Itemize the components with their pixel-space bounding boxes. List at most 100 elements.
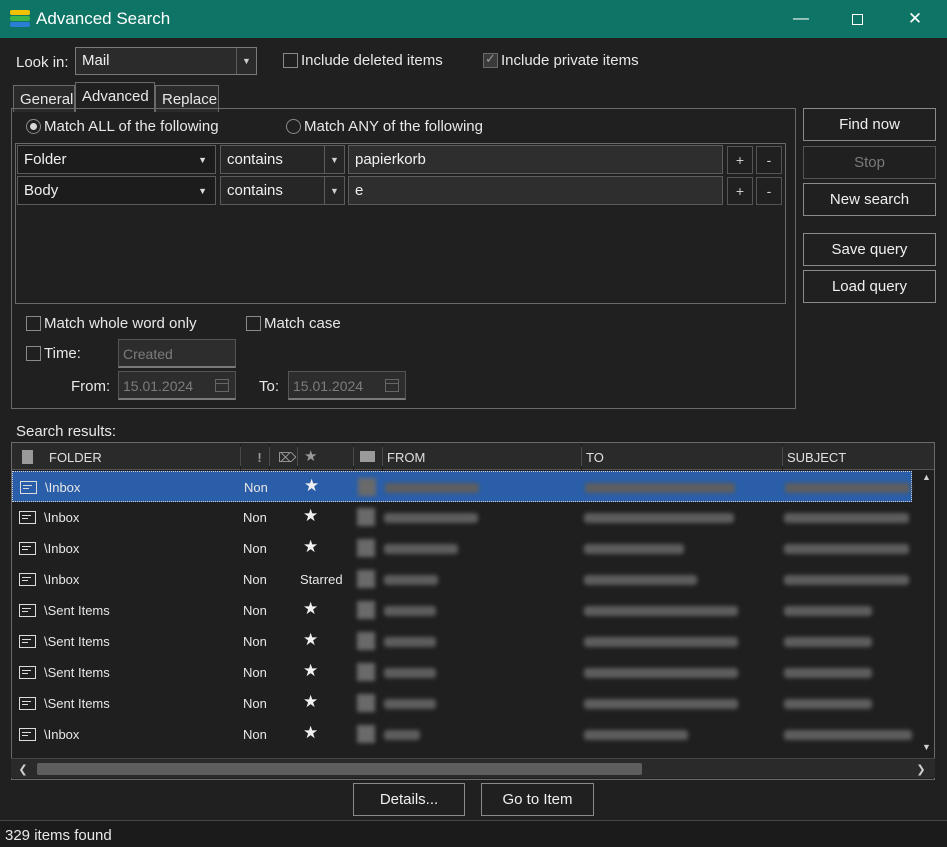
chevron-down-icon: ▼ — [324, 146, 344, 173]
table-row[interactable]: \Inbox Non ★ — [12, 502, 912, 533]
horizontal-scrollbar[interactable]: ❮ ❯ — [11, 758, 935, 778]
close-icon[interactable]: ✕ — [892, 0, 938, 38]
mail-icon — [19, 697, 36, 710]
condition-operator-select[interactable]: contains ▼ — [220, 145, 345, 174]
look-in-value: Mail — [82, 52, 110, 69]
remove-condition-button[interactable]: - — [756, 146, 782, 174]
avatar — [357, 694, 375, 712]
results-list[interactable]: FOLDER ! ⌦ ★ FROM TO SUBJECT \Inbox Non … — [11, 442, 935, 780]
star-icon[interactable]: ★ — [303, 537, 318, 557]
table-row[interactable]: \Inbox Non ★ — [12, 719, 912, 750]
search-results-label: Search results: — [16, 423, 117, 440]
scroll-down-icon[interactable]: ▼ — [922, 742, 931, 752]
scroll-left-icon[interactable]: ❮ — [15, 761, 31, 777]
include-deleted-label: Include deleted items — [301, 52, 443, 69]
find-now-button[interactable]: Find now — [803, 108, 936, 141]
column-header-subject[interactable]: SUBJECT — [783, 443, 934, 470]
row-importance: Non — [243, 696, 267, 711]
row-importance: Non — [243, 603, 267, 618]
match-any-radio[interactable] — [286, 119, 301, 134]
to-label: To: — [259, 378, 280, 395]
row-importance: Non — [243, 727, 267, 742]
include-deleted-checkbox[interactable] — [283, 53, 298, 68]
add-condition-button[interactable]: + — [727, 177, 753, 205]
star-icon[interactable]: ★ — [303, 599, 318, 619]
star-icon[interactable]: ★ — [304, 476, 319, 496]
row-flag-text[interactable]: Starred — [300, 572, 343, 587]
condition-field-select[interactable]: Folder ▼ — [17, 145, 216, 174]
stop-button[interactable]: Stop — [803, 146, 936, 179]
remove-condition-button[interactable]: - — [756, 177, 782, 205]
dropdown-arrow-icon: ▼ — [198, 186, 207, 196]
add-condition-button[interactable]: + — [727, 146, 753, 174]
include-private-checkbox[interactable] — [483, 51, 498, 68]
column-header-read[interactable] — [354, 443, 382, 470]
avatar — [357, 601, 375, 619]
column-header-folder[interactable]: FOLDER — [45, 443, 240, 470]
from-date-picker[interactable]: 15.01.2024 — [118, 371, 236, 400]
column-header-type[interactable] — [12, 443, 45, 470]
column-header-importance[interactable]: ! — [241, 443, 269, 470]
match-all-radio[interactable] — [26, 119, 41, 134]
star-icon[interactable]: ★ — [303, 661, 318, 681]
mail-icon — [19, 728, 36, 741]
column-header-to[interactable]: TO — [582, 443, 782, 470]
star-icon[interactable]: ★ — [303, 723, 318, 743]
column-header-attachment[interactable]: ⌦ — [270, 443, 297, 470]
minimize-icon[interactable]: — — [778, 0, 824, 38]
table-row[interactable]: \Sent Items Non ★ — [12, 688, 912, 719]
table-row[interactable]: \Inbox Non Starred — [12, 564, 912, 595]
save-query-button[interactable]: Save query — [803, 233, 936, 266]
match-case-checkbox[interactable] — [246, 316, 261, 331]
to-date-picker[interactable]: 15.01.2024 — [288, 371, 406, 400]
star-icon[interactable]: ★ — [303, 630, 318, 650]
row-importance: Non — [243, 541, 267, 556]
maximize-icon[interactable] — [834, 0, 880, 38]
condition-field-select[interactable]: Body ▼ — [17, 176, 216, 205]
row-folder: \Inbox — [44, 510, 80, 525]
condition-value-input[interactable]: papierkorb — [348, 145, 723, 174]
window-title: Advanced Search — [36, 9, 171, 28]
star-icon[interactable]: ★ — [303, 506, 318, 526]
condition-value-input[interactable]: e — [348, 176, 723, 205]
row-importance: Non — [243, 572, 267, 587]
avatar — [357, 539, 375, 557]
scroll-up-icon[interactable]: ▲ — [922, 472, 931, 482]
details-button[interactable]: Details... — [353, 783, 465, 816]
scroll-right-icon[interactable]: ❯ — [913, 761, 929, 777]
avatar — [357, 632, 375, 650]
match-any-label: Match ANY of the following — [304, 118, 483, 135]
column-header-from[interactable]: FROM — [383, 443, 581, 470]
time-type-select[interactable]: Created — [118, 339, 236, 368]
to-date-value: 15.01.2024 — [293, 378, 364, 394]
look-in-select[interactable]: Mail ▼ — [75, 47, 257, 75]
row-folder: \Inbox — [45, 480, 81, 495]
row-folder: \Sent Items — [44, 634, 110, 649]
condition-operator-select[interactable]: contains ▼ — [220, 176, 345, 205]
table-row[interactable]: \Sent Items Non ★ — [12, 626, 912, 657]
time-checkbox[interactable] — [26, 346, 41, 361]
table-row[interactable]: \Sent Items Non ★ — [12, 595, 912, 626]
dropdown-arrow-icon: ▼ — [198, 155, 207, 165]
scrollbar-thumb[interactable] — [37, 763, 642, 775]
document-icon — [22, 450, 33, 464]
star-icon[interactable]: ★ — [303, 692, 318, 712]
go-to-item-button[interactable]: Go to Item — [481, 783, 594, 816]
avatar — [357, 508, 375, 526]
table-row[interactable]: \Inbox Non ★ — [12, 471, 912, 502]
table-row[interactable]: \Inbox Non ★ — [12, 533, 912, 564]
chevron-down-icon: ▼ — [324, 177, 344, 204]
new-search-button[interactable]: New search — [803, 183, 936, 216]
match-whole-word-checkbox[interactable] — [26, 316, 41, 331]
load-query-button[interactable]: Load query — [803, 270, 936, 303]
table-row[interactable]: \Sent Items Non ★ — [12, 657, 912, 688]
row-folder: \Inbox — [44, 572, 80, 587]
vertical-scrollbar[interactable]: ▲ ▼ — [920, 470, 934, 758]
status-bar: 329 items found — [0, 820, 947, 847]
row-importance: Non — [243, 634, 267, 649]
paperclip-icon: ⌦ — [278, 450, 297, 465]
mail-icon — [19, 666, 36, 679]
row-folder: \Sent Items — [44, 696, 110, 711]
row-folder: \Sent Items — [44, 665, 110, 680]
column-header-flag[interactable]: ★ — [298, 443, 353, 470]
